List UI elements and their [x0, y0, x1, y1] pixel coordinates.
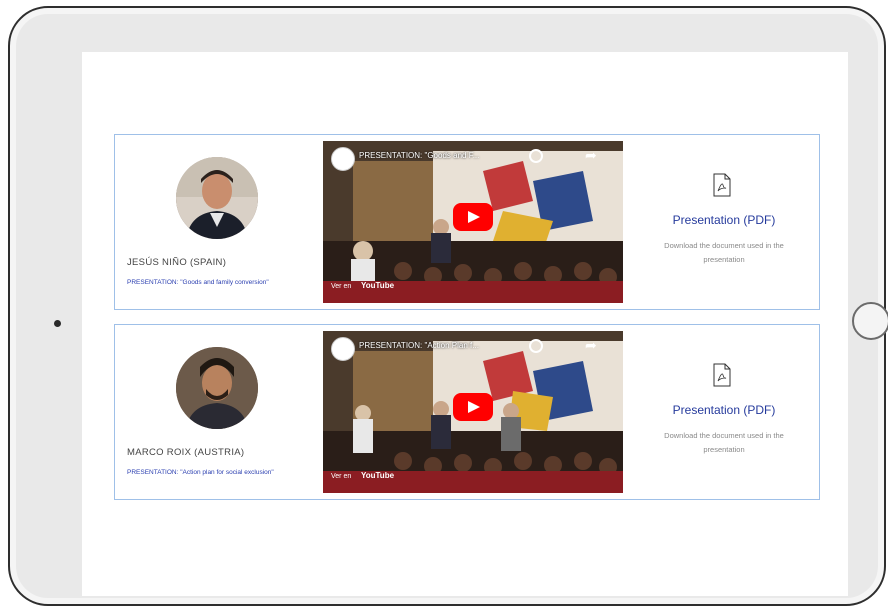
pdf-download: Presentation (PDF) Download the document… [631, 135, 817, 309]
pdf-link[interactable]: Presentation (PDF) [631, 213, 817, 227]
pdf-download: Presentation (PDF) Download the document… [631, 325, 817, 499]
tablet-frame: JESÚS NIÑO (SPAIN) PRESENTATION: "Goods … [8, 6, 888, 606]
avatar [176, 157, 258, 239]
pdf-file-icon[interactable] [713, 363, 731, 387]
pdf-description: Download the document used in the presen… [664, 241, 784, 264]
tablet-screen: JESÚS NIÑO (SPAIN) PRESENTATION: "Goods … [82, 52, 848, 596]
home-button[interactable] [852, 302, 888, 340]
pdf-file-icon[interactable] [713, 173, 731, 197]
youtube-video-embed[interactable]: PRESENTATION: "Action Plan f... ➦ Ver en… [323, 331, 623, 493]
pdf-description: Download the document used in the presen… [664, 431, 784, 454]
avatar [176, 347, 258, 429]
watch-later-icon[interactable] [529, 149, 543, 163]
watch-on-label[interactable]: Ver en [331, 283, 351, 290]
speaker-name: JESÚS NIÑO (SPAIN) [127, 257, 227, 268]
speaker-card: JESÚS NIÑO (SPAIN) PRESENTATION: "Goods … [114, 134, 820, 310]
youtube-logo[interactable]: YouTube [361, 281, 394, 290]
pdf-link[interactable]: Presentation (PDF) [631, 403, 817, 417]
watch-on-label[interactable]: Ver en [331, 473, 351, 480]
youtube-logo[interactable]: YouTube [361, 471, 394, 480]
youtube-video-embed[interactable]: PRESENTATION: "Goods and F... ➦ Ver en Y… [323, 141, 623, 303]
video-title[interactable]: PRESENTATION: "Goods and F... [359, 151, 479, 160]
presentation-title-link[interactable]: PRESENTATION: "Action plan for social ex… [127, 468, 297, 477]
video-title[interactable]: PRESENTATION: "Action Plan f... [359, 341, 479, 350]
channel-icon[interactable] [331, 147, 355, 171]
presentation-title-link[interactable]: PRESENTATION: "Goods and family conversi… [127, 278, 297, 287]
watch-later-icon[interactable] [529, 339, 543, 353]
channel-icon[interactable] [331, 337, 355, 361]
speaker-card: MARCO ROIX (AUSTRIA) PRESENTATION: "Acti… [114, 324, 820, 500]
share-icon[interactable]: ➦ [585, 337, 597, 354]
front-camera [54, 320, 61, 327]
speaker-name: MARCO ROIX (AUSTRIA) [127, 447, 245, 458]
youtube-play-icon[interactable] [453, 393, 493, 421]
youtube-play-icon[interactable] [453, 203, 493, 231]
share-icon[interactable]: ➦ [585, 147, 597, 164]
